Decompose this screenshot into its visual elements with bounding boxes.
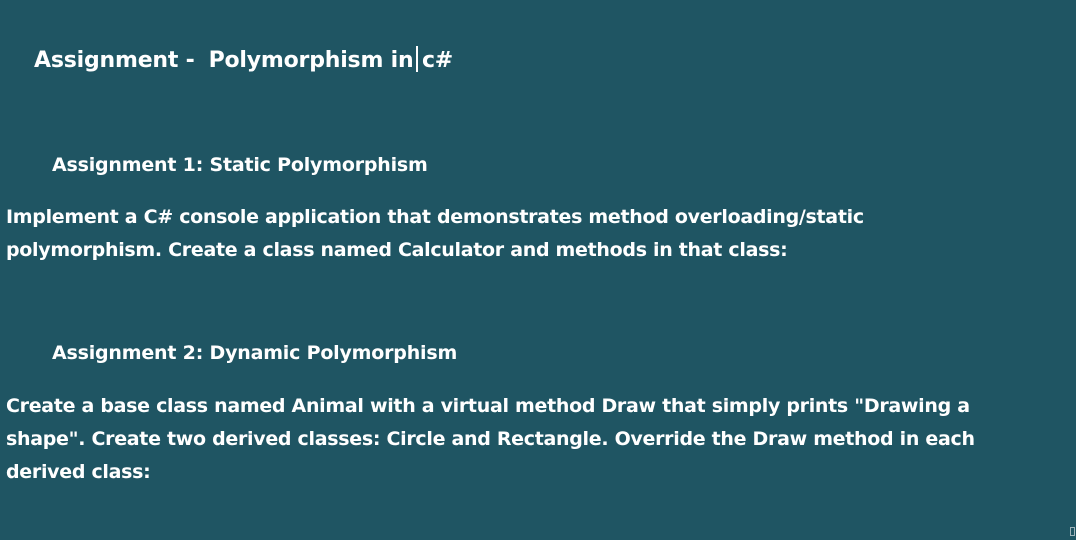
assignment-1-line: polymorphism. Create a class named Calcu…: [6, 239, 788, 261]
title-topic-language: c#: [421, 48, 454, 73]
assignment-2-line: Create a base class named Animal with a …: [6, 395, 970, 417]
assignment-1-heading[interactable]: Assignment 1: Static Polymorphism: [52, 151, 428, 179]
assignment-1-description[interactable]: Implement a C# console application that …: [6, 201, 1066, 267]
assignment-2-line: shape". Create two derived classes: Circ…: [6, 428, 975, 450]
title-prefix: Assignment -: [34, 48, 195, 73]
slide-canvas: Assignment - Polymorphism in c# Assignment…: [0, 0, 1076, 540]
assignment-2-heading[interactable]: Assignment 2: Dynamic Polymorphism: [52, 339, 457, 367]
slide-title[interactable]: Assignment - Polymorphism in c#: [34, 44, 453, 78]
text-cursor-icon: [416, 46, 418, 72]
assignment-2-line: derived class:: [6, 461, 151, 483]
resize-handle-icon[interactable]: [1070, 527, 1075, 536]
title-topic: Polymorphism in: [208, 48, 414, 73]
assignment-1-line: Implement a C# console application that …: [6, 206, 864, 228]
assignment-2-description[interactable]: Create a base class named Animal with a …: [6, 390, 1066, 489]
